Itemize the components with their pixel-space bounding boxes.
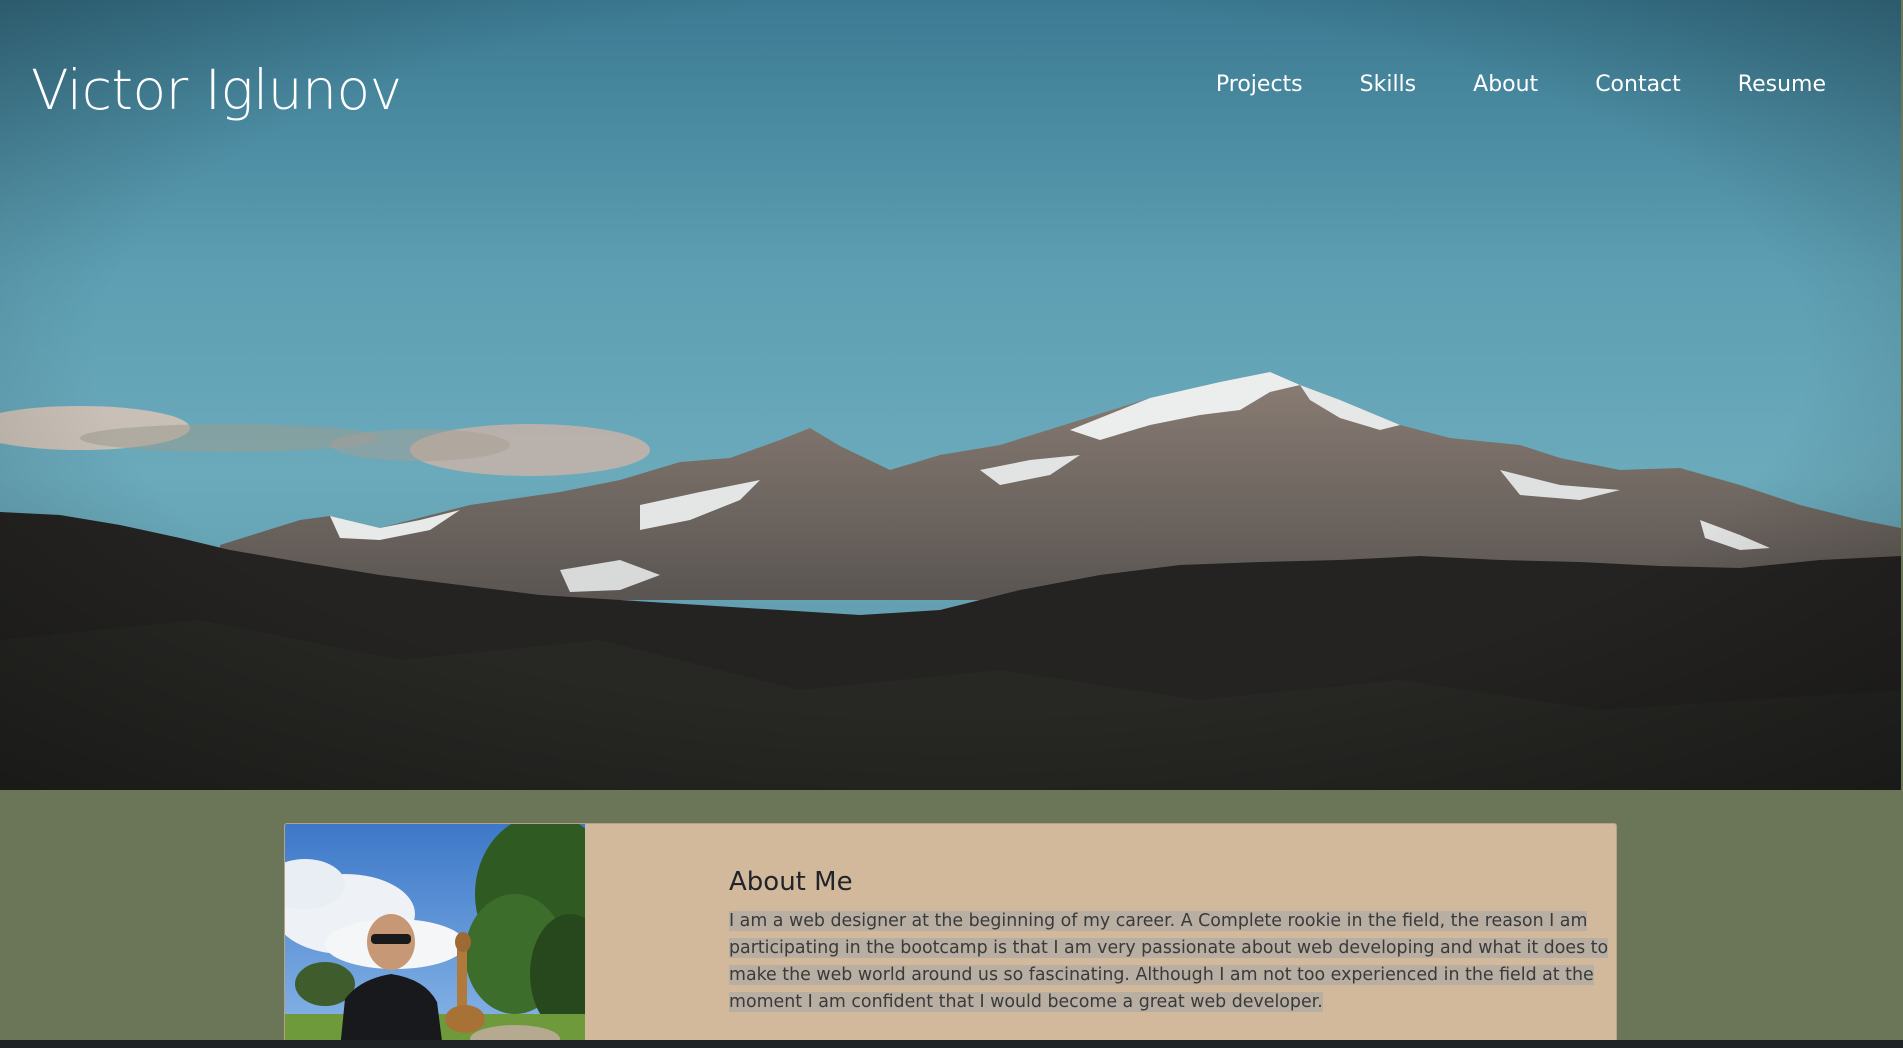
hero-banner: Victor Iglunov Projects Skills About Con… <box>0 0 1901 790</box>
about-text-content: I am a web designer at the beginning of … <box>729 911 1609 1012</box>
nav-link-contact[interactable]: Contact <box>1595 72 1681 97</box>
about-card: About Me I am a web designer at the begi… <box>284 823 1617 1048</box>
nav-link-skills[interactable]: Skills <box>1360 72 1417 97</box>
nav-link-about[interactable]: About <box>1473 72 1538 97</box>
about-title: About Me <box>729 867 853 897</box>
about-text: I am a web designer at the beginning of … <box>729 908 1616 1016</box>
nav-link-resume[interactable]: Resume <box>1738 72 1826 97</box>
bottom-bar <box>0 1040 1903 1048</box>
main-nav: Projects Skills About Contact Resume <box>1216 72 1826 97</box>
site-brand-title[interactable]: Victor Iglunov <box>31 58 402 122</box>
profile-photo <box>285 824 585 1047</box>
nav-link-projects[interactable]: Projects <box>1216 72 1303 97</box>
